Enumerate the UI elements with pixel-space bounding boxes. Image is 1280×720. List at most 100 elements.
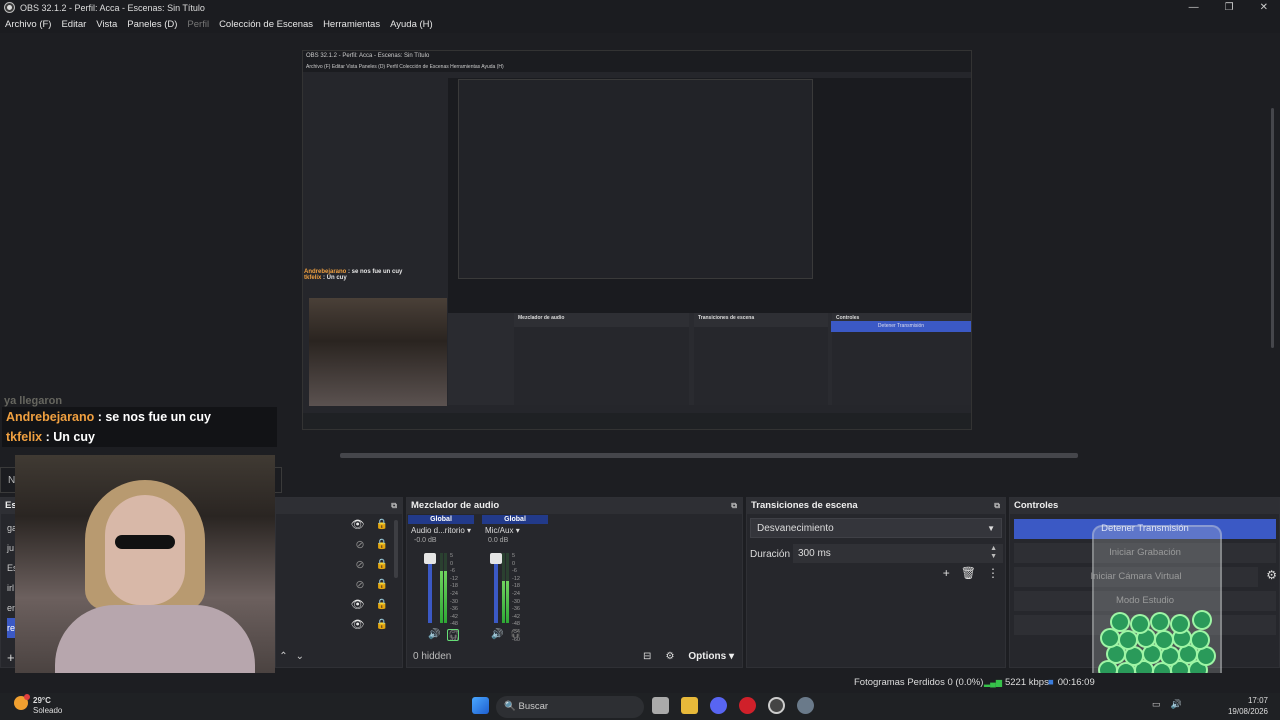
source-row[interactable]: ⊘ 🔒	[276, 534, 402, 554]
file-explorer-icon[interactable]	[681, 697, 698, 714]
volume-slider-fill	[494, 560, 498, 623]
volume-icon[interactable]: 🔊	[1171, 699, 1182, 710]
taskbar-search[interactable]: 🔍 Buscar	[496, 696, 644, 718]
headphones-icon[interactable]: 🎧	[447, 629, 460, 641]
dock-float-icon[interactable]: ⧉	[391, 498, 397, 514]
sunglasses	[115, 535, 175, 549]
source-row[interactable]: 👁 🔒	[276, 514, 402, 534]
add-transition-button[interactable]: +	[943, 566, 950, 580]
volume-slider-knob[interactable]	[424, 553, 436, 564]
maximize-button[interactable]: ❐	[1225, 0, 1234, 15]
visibility-eye-icon[interactable]: 👁	[351, 518, 365, 531]
menu-bar: Archivo (F) Editar Vista Paneles (D) Per…	[0, 15, 1280, 33]
bean	[1156, 632, 1172, 648]
volume-slider-knob[interactable]	[490, 553, 502, 564]
speaker-icon[interactable]: 🔊	[491, 629, 503, 640]
visibility-eye-icon[interactable]: 👁	[351, 618, 365, 631]
lock-icon[interactable]: 🔒	[376, 559, 388, 570]
lock-icon[interactable]: 🔒	[376, 619, 388, 630]
meter-right	[506, 553, 509, 623]
spin-arrows-icon[interactable]: ▲ ▼	[990, 545, 997, 561]
menu-archivo[interactable]: Archivo (F)	[5, 19, 51, 30]
discord-icon[interactable]	[710, 697, 727, 714]
settings-taskbar-icon[interactable]	[797, 697, 814, 714]
lock-icon[interactable]: 🔒	[376, 579, 388, 590]
network-icon[interactable]: ▭	[1152, 699, 1161, 710]
vertical-scrollbar[interactable]	[1271, 108, 1274, 348]
sources-dock: ⧉ 👁 🔒 ⊘ 🔒 ⊘ 🔒 ⊘ 🔒 👁 🔒 👁 🔒 ⌃ ⌄	[275, 497, 403, 668]
speaker-icon[interactable]: 🔊	[428, 629, 440, 641]
visibility-hidden-icon[interactable]: ⊘	[355, 538, 364, 551]
window-title: OBS 32.1.2 - Perfil: Acca - Escenas: Sin…	[20, 2, 205, 13]
nested-mixer-title: Mezclador de audio	[518, 315, 565, 321]
menu-ayuda[interactable]: Ayuda (H)	[390, 19, 433, 30]
bean	[1174, 630, 1190, 646]
mixer-settings-icon[interactable]: ⚙	[665, 651, 674, 662]
bean	[1162, 648, 1178, 664]
more-menu-icon[interactable]: ⋮	[987, 566, 999, 580]
transitions-title: Transiciones de escena	[751, 500, 858, 511]
menu-coleccion[interactable]: Colección de Escenas	[219, 19, 313, 30]
nested-chat: Andrebejarano : se nos fue un cuy tkfeli…	[304, 269, 403, 281]
dropdown-arrow-icon[interactable]: ▾	[467, 526, 471, 535]
visibility-eye-icon[interactable]: 👁	[351, 598, 365, 611]
nested-transitions-title: Transiciones de escena	[698, 315, 755, 321]
dropped-frames: Fotogramas Perdidos 0 (0.0%)	[854, 677, 984, 688]
menu-paneles[interactable]: Paneles (D)	[127, 19, 177, 30]
visibility-hidden-icon[interactable]: ⊘	[355, 578, 364, 591]
dock-float-icon[interactable]: ⧉	[994, 498, 1000, 514]
horizontal-scrollbar[interactable]	[340, 453, 1078, 458]
headphones-icon[interactable]: 🎧	[510, 629, 520, 640]
mixer-channel-mic: Global Mic/Aux ▾ 0.0 dB 5 0 -6 -12 -18 -…	[482, 515, 548, 643]
chevron-down-icon[interactable]: ⌄	[296, 651, 304, 662]
chevron-up-icon[interactable]: ⌃	[279, 651, 287, 662]
dock-float-icon[interactable]: ⧉	[731, 498, 737, 514]
source-row[interactable]: ⊘ 🔒	[276, 554, 402, 574]
hidden-count[interactable]: 0 hidden	[413, 651, 451, 662]
menu-herramientas[interactable]: Herramientas	[323, 19, 380, 30]
obs-taskbar-icon[interactable]	[768, 697, 785, 714]
channel-db: 0.0 dB	[488, 537, 509, 544]
visibility-hidden-icon[interactable]: ⊘	[355, 558, 364, 571]
lock-icon[interactable]: 🔒	[376, 519, 388, 530]
source-row[interactable]: 👁 🔒	[276, 614, 402, 634]
options-button[interactable]: Options ▾	[688, 651, 734, 662]
minimize-button[interactable]: —	[1189, 0, 1199, 15]
start-icon[interactable]	[472, 697, 489, 714]
sources-scrollbar[interactable]	[394, 520, 398, 578]
source-row[interactable]: 👁 🔒	[276, 594, 402, 614]
bean	[1138, 630, 1154, 646]
menu-editar[interactable]: Editar	[61, 19, 86, 30]
opera-icon[interactable]	[739, 697, 756, 714]
close-button[interactable]: ✕	[1260, 0, 1268, 15]
lock-icon[interactable]: 🔒	[376, 539, 388, 550]
chat-overlay: ya llegaron Andrebejarano : se nos fue u…	[2, 395, 277, 447]
transition-select[interactable]: Desvanecimiento ▼	[750, 518, 1002, 538]
gear-icon[interactable]: ⚙	[1266, 568, 1277, 582]
channel-name[interactable]: Mic/Aux ▾	[482, 524, 548, 537]
menu-perfil[interactable]: Perfil	[187, 19, 209, 30]
controls-title: Controles	[1014, 500, 1059, 511]
menu-vista[interactable]: Vista	[96, 19, 117, 30]
mixer-title: Mezclador de audio	[411, 500, 500, 511]
source-row[interactable]: ⊘ 🔒	[276, 574, 402, 594]
bean	[1194, 612, 1210, 628]
delete-transition-button[interactable]: 🗑	[961, 566, 976, 580]
nested-preview-capture: OBS 32.1.2 - Perfil: Acca - Escenas: Sin…	[302, 50, 972, 430]
weather-widget[interactable]: 29°C Soleado	[14, 694, 62, 716]
dropdown-arrow-icon[interactable]: ▾	[516, 526, 520, 535]
chat-ghost-line: ya llegaron	[4, 395, 63, 407]
taskbar-clock[interactable]: 17:07 19/08/2026	[1228, 695, 1268, 717]
bean	[1152, 614, 1168, 630]
bean	[1180, 646, 1196, 662]
add-scene-button[interactable]: +	[7, 650, 15, 665]
lock-icon[interactable]: 🔒	[376, 599, 388, 610]
mixer-layout-icon[interactable]: ⊟	[643, 651, 651, 662]
mixer-channel-desktop: Global Audio d...ritorio ▾ -0.0 dB 5 0 -…	[408, 515, 474, 643]
task-view-icon[interactable]	[652, 697, 669, 714]
chevron-down-icon: ▼	[987, 524, 995, 533]
duration-input[interactable]: 300 ms ▲ ▼	[793, 544, 1003, 563]
bitrate: 5221 kbps	[984, 677, 1049, 688]
channel-name[interactable]: Audio d...ritorio ▾	[408, 524, 474, 537]
obs-logo-icon	[4, 2, 15, 13]
